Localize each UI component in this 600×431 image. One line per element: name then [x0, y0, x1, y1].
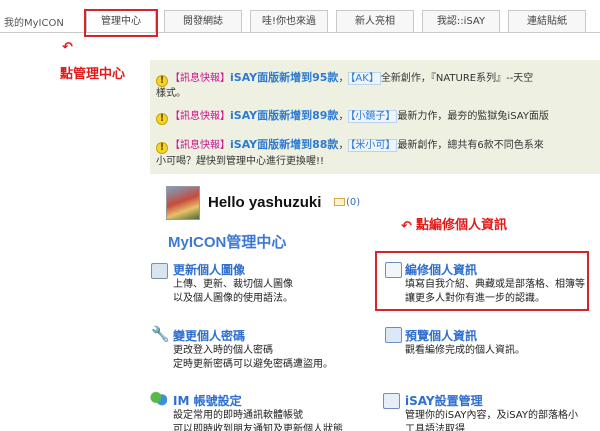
isay-manage-desc-2: 工具語法取得: [405, 424, 465, 431]
checklist-icon: [385, 262, 402, 278]
news-item: ! 【訊息快報】iSAY面版新增到89款， 【小鏡子】 最新力作，最夯的監獄兔iSAY…: [156, 107, 549, 125]
mail-icon: [334, 198, 345, 206]
avatar[interactable]: [166, 186, 200, 220]
author-link[interactable]: 【小鏡子】: [348, 110, 398, 123]
curved-arrow-icon: ↶: [62, 40, 73, 55]
im-buddies-icon: [150, 391, 167, 407]
tab-link-stickers[interactable]: 連結貼紙: [508, 10, 586, 32]
tab-newcomers[interactable]: 新人亮相: [336, 10, 414, 32]
curved-arrow-icon: ↶: [401, 219, 412, 234]
page-title: MyICON管理中心: [168, 234, 287, 251]
news-item: ! 【訊息快報】iSAY面版新增到95款， 【AK】 全新創作，『NATURE系列』-…: [156, 69, 533, 87]
im-settings-desc-1: 設定常用的即時通訊軟體帳號: [173, 410, 303, 421]
edit-info-desc-2: 讓更多人對你有進一步的認識。: [405, 293, 545, 304]
wrench-icon: 🔧: [151, 325, 170, 343]
news-bulletin-box: ! 【訊息快報】iSAY面版新增到95款， 【AK】 全新創作，『NATURE系列』-…: [150, 60, 600, 174]
change-password-desc-1: 更改登入時的個人密碼: [173, 345, 273, 356]
exclamation-icon: !: [156, 113, 168, 125]
update-image-link[interactable]: 更新個人圖像: [173, 261, 245, 278]
mail-count: (0): [346, 197, 361, 208]
change-password-link[interactable]: 變更個人密碼: [173, 327, 245, 344]
preview-info-link[interactable]: 預覽個人資訊: [405, 327, 477, 344]
update-image-desc-2: 以及個人圖像的使用語法。: [173, 293, 293, 304]
tab-blog[interactable]: 閱發網誌: [164, 10, 242, 32]
manage-center-highlight-box: [84, 9, 158, 37]
news-wrap-text: 樣式。: [156, 88, 186, 99]
edit-info-link[interactable]: 編修個人資訊: [405, 261, 477, 278]
isay-manage-desc-1: 管理你的iSAY內容，及iSAY的部落格小: [405, 410, 578, 421]
author-link[interactable]: 【米小可】: [348, 139, 398, 152]
isay-manage-link[interactable]: iSAY設置管理: [405, 392, 483, 409]
change-password-desc-2: 定時更新密碼可以避免密碼遭盜用。: [173, 359, 333, 370]
preview-info-desc-1: 觀看編修完成的個人資訊。: [405, 345, 525, 356]
annotation-click-manage: 點管理中心: [60, 67, 126, 82]
greeting-text: Hello yashuzuki: [208, 194, 322, 211]
annotation-click-edit: 點編修個人資訊: [416, 218, 508, 233]
tab-my-myicon[interactable]: 我的MyICON: [4, 14, 64, 29]
news-wrap-text: 小可喝？趕快到管理中心進行更換喔!!: [156, 156, 325, 167]
tab-isay[interactable]: 我認::iSAY: [422, 10, 500, 32]
im-settings-desc-2: 可以即時收到朋友通知及更新個人狀態: [173, 424, 343, 431]
update-image-desc-1: 上傳、更新、裁切個人圖像: [173, 279, 293, 290]
author-link[interactable]: 【AK】: [348, 72, 381, 85]
tab-visitors[interactable]: 哇!你也來過: [250, 10, 328, 32]
id-card-icon: [151, 263, 168, 279]
edit-info-desc-1: 填寫自我介紹、典藏或是部落格、相簿等: [405, 279, 585, 290]
preview-icon: [385, 327, 402, 343]
mail-link[interactable]: (0): [334, 197, 360, 208]
isay-board-icon: [383, 393, 400, 409]
im-settings-link[interactable]: IM 帳號設定: [173, 392, 242, 409]
